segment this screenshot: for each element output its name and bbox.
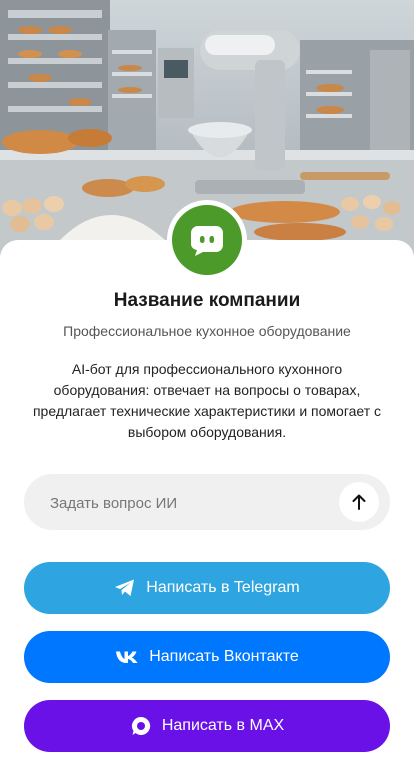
vk-button-label: Написать Вконтакте [149, 648, 299, 665]
vk-icon [115, 650, 139, 664]
chat-bot-icon [189, 222, 225, 258]
vk-button[interactable]: Написать Вконтакте [24, 631, 390, 683]
company-description: AI-бот для профессионального кухонного о… [32, 361, 382, 440]
company-avatar [167, 200, 247, 280]
send-button[interactable] [339, 482, 379, 522]
company-name: Название компании [113, 290, 301, 311]
ask-ai-input[interactable] [48, 474, 352, 532]
ask-ai-box [24, 474, 390, 532]
avatar-badge [172, 205, 242, 275]
max-button-label: Написать в MAX [161, 717, 285, 734]
max-icon [130, 715, 152, 737]
telegram-icon [114, 578, 136, 598]
arrow-up-icon [350, 493, 368, 511]
max-button[interactable]: Написать в MAX [24, 700, 390, 752]
telegram-button[interactable]: Написать в Telegram [24, 562, 390, 614]
telegram-button-label: Написать в Telegram [146, 579, 300, 596]
company-subtitle: Профессиональное кухонное оборудование [63, 323, 351, 339]
